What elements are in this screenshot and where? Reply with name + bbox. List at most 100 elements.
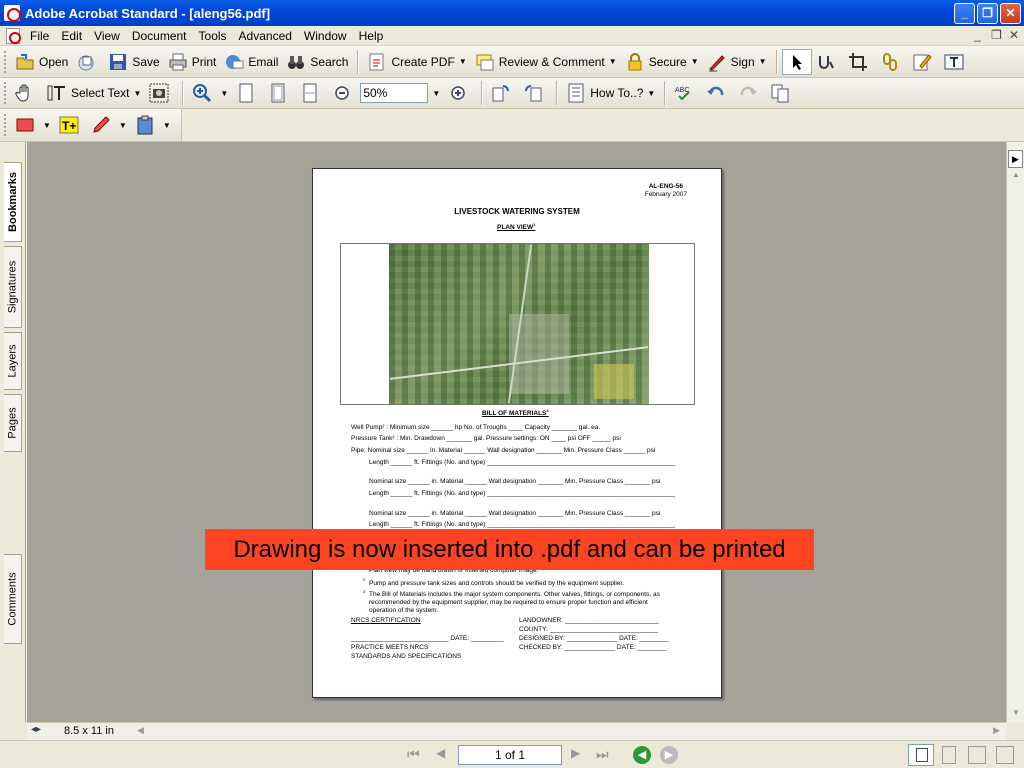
rotate-cw-button[interactable] (519, 80, 551, 106)
redo-button[interactable] (734, 80, 766, 106)
menu-document[interactable]: Document (126, 29, 193, 43)
scroll-right-arrow[interactable]: ▶ (993, 725, 1000, 736)
review-comment-button[interactable]: Review & Comment ▼ (471, 49, 621, 75)
form-tool-button[interactable] (908, 49, 940, 75)
copy-icon (771, 84, 789, 103)
save-button[interactable]: Save (104, 49, 163, 75)
page-number-field[interactable]: 1 of 1 (458, 745, 562, 765)
zoom-in-tool-button[interactable]: ▼ (188, 80, 232, 106)
stamp-tool-button[interactable]: ▼ (131, 112, 175, 138)
practice-line-1: PRACTICE MEETS NRCS (351, 644, 429, 651)
doc-code: AL-ENG-56 (648, 183, 683, 190)
undo-button[interactable] (702, 80, 734, 106)
zoom-out-button[interactable] (328, 80, 360, 106)
rotate-clockwise-icon (525, 85, 542, 102)
pressure-tank-line: Pressure Tank² : Min. Drawdown _______ g… (351, 435, 621, 442)
select-tool-button[interactable] (781, 48, 812, 75)
redo-icon (741, 86, 758, 96)
fit-width-button[interactable] (296, 80, 328, 106)
doc-restore-button[interactable]: ❐ (991, 28, 1002, 42)
email-button[interactable]: Email (220, 49, 282, 75)
spell-check-button[interactable]: ABC (670, 80, 702, 106)
tab-layers[interactable]: Layers (4, 332, 22, 390)
nrcs-certification: NRCS CERTIFICATION (351, 617, 421, 624)
crop-button[interactable] (844, 49, 876, 75)
tab-comments[interactable]: Comments (4, 554, 22, 644)
fit-page-button[interactable] (264, 80, 296, 106)
note-3b: recommended by the equipment supplier, m… (369, 599, 648, 606)
doc-minimize-button[interactable]: _ (974, 28, 981, 42)
fit-page-icon (271, 83, 285, 103)
touchup-text-button[interactable] (812, 49, 844, 75)
menu-help[interactable]: Help (353, 29, 390, 43)
note-2: Pump and pressure tank sizes and control… (369, 580, 625, 587)
close-button[interactable]: ✕ (1000, 3, 1021, 24)
review-comment-icon (476, 54, 494, 70)
menu-tools[interactable]: Tools (193, 29, 233, 43)
open-button[interactable]: Open (11, 49, 72, 75)
next-view-icon[interactable]: ▶ (660, 746, 678, 764)
text-box-tool-button[interactable]: T+ (55, 112, 87, 138)
single-page-layout-icon[interactable] (908, 744, 934, 766)
tab-pages[interactable]: Pages (4, 394, 22, 452)
minimize-button[interactable]: _ (954, 3, 975, 24)
pencil-tool-button[interactable]: ▼ (87, 112, 131, 138)
menu-window[interactable]: Window (298, 29, 353, 43)
link-tool-button[interactable] (876, 49, 908, 75)
menu-file[interactable]: File (24, 29, 55, 43)
lock-icon (628, 52, 642, 70)
snapshot-button[interactable] (145, 80, 177, 106)
zoom-dropdown-button[interactable]: ▼ (428, 80, 444, 106)
acrobat-app-icon (4, 5, 21, 22)
form-edit-icon (913, 53, 932, 70)
text-field-button[interactable] (940, 49, 972, 75)
facing-layout-icon[interactable] (968, 746, 986, 764)
scroll-left-arrow[interactable]: ◀ (137, 725, 144, 736)
toolbar-view: Select Text ▼ ▼ 50% ▼ How To..? ▼ ABC (0, 78, 1024, 109)
tab-bookmarks[interactable]: Bookmarks (4, 162, 22, 242)
pen-sign-icon (708, 54, 725, 71)
print-button[interactable]: Print (164, 49, 221, 75)
hand-tool-button[interactable] (11, 80, 43, 106)
next-page-icon[interactable]: ▶ (571, 746, 580, 760)
zoom-level-select[interactable]: 50% (360, 83, 429, 103)
rectangle-tool-button[interactable]: ▼ (11, 112, 55, 138)
previous-view-icon[interactable]: ◀ (633, 746, 651, 764)
copy-button[interactable] (766, 80, 798, 106)
doc-close-button[interactable]: ✕ (1009, 28, 1019, 42)
bill-of-materials-heading: BILL OF MATERIALS3 (482, 408, 549, 418)
options-menu-button[interactable]: ▶ (1008, 150, 1023, 168)
pipe-line-3: Nominal size ______ in. Material ______ … (369, 510, 661, 517)
organizer-button[interactable] (72, 49, 104, 75)
arrow-cursor-icon (792, 54, 802, 70)
continuous-layout-icon[interactable] (942, 746, 956, 764)
rotate-ccw-button[interactable] (487, 80, 519, 106)
create-pdf-button[interactable]: Create PDF ▼ (363, 49, 470, 75)
tab-signatures[interactable]: Signatures (4, 246, 22, 328)
continuous-facing-layout-icon[interactable] (996, 746, 1014, 764)
maximize-button[interactable]: ❐ (977, 3, 998, 24)
actual-size-button[interactable] (232, 80, 264, 106)
menu-edit[interactable]: Edit (55, 29, 88, 43)
menu-advanced[interactable]: Advanced (233, 29, 298, 43)
zoom-in-button[interactable] (444, 80, 476, 106)
open-folder-icon (16, 53, 34, 69)
secure-button[interactable]: Secure ▼ (621, 49, 703, 75)
horizontal-scrollbar[interactable]: ◂▸ 8.5 x 11 in ◀ ▶ (27, 722, 1006, 740)
scroll-down-arrow[interactable]: ▼ (1009, 708, 1023, 722)
aerial-map-image (389, 244, 649, 404)
scroll-up-arrow[interactable]: ▲ (1009, 170, 1023, 184)
first-page-icon[interactable]: ⏮ (407, 746, 420, 763)
menu-view[interactable]: View (88, 29, 126, 43)
rotate-counterclockwise-icon (492, 85, 510, 102)
previous-page-icon[interactable]: ◀ (436, 746, 445, 760)
split-handle-icon[interactable]: ◂▸ (31, 724, 41, 735)
last-page-icon[interactable]: ⏭ (596, 746, 609, 763)
select-text-button[interactable]: Select Text ▼ (43, 80, 145, 106)
sign-button[interactable]: Sign ▼ (703, 49, 771, 75)
crop-icon (848, 52, 867, 71)
search-button[interactable]: Search (282, 49, 352, 75)
how-to-button[interactable]: How To..? ▼ (562, 80, 659, 106)
vertical-scrollbar[interactable]: ▶ ▲ ▼ (1006, 142, 1024, 722)
county-line: COUNTY: ______________________________ (519, 626, 659, 633)
